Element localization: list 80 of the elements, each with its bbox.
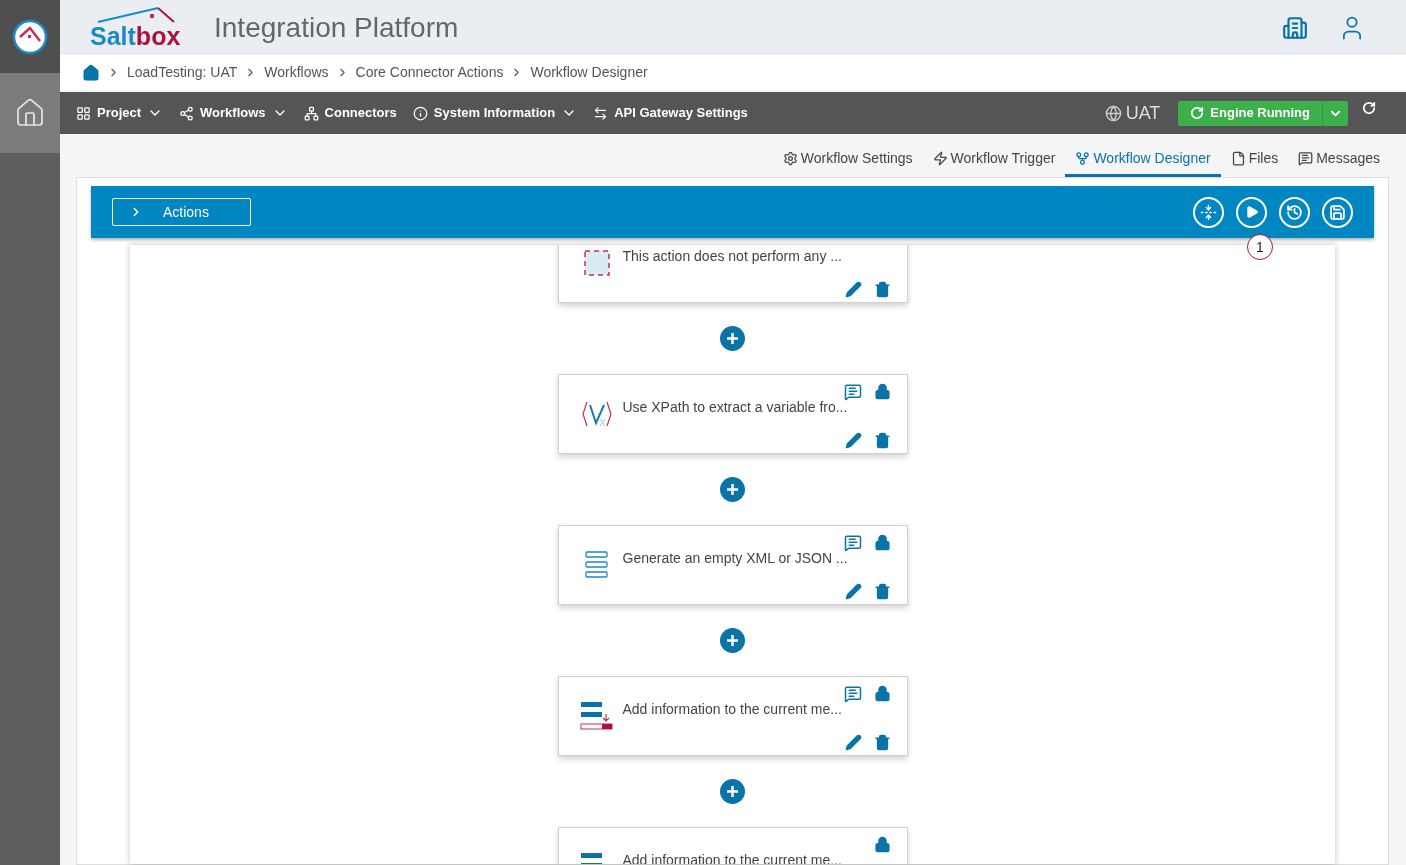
lock-icon[interactable]	[873, 534, 891, 551]
comment-icon[interactable]	[843, 534, 862, 552]
action-description: Generate an empty XML or JSON ...	[622, 550, 849, 566]
action-card[interactable]: Use XPath to extract a variable fro...	[557, 374, 908, 454]
dashed-box-icon	[582, 249, 611, 277]
organization-icon[interactable]	[1282, 14, 1308, 41]
lock-icon[interactable]	[873, 836, 891, 853]
app-title: Integration Platform	[214, 10, 459, 45]
comment-icon[interactable]	[843, 383, 862, 401]
plus-icon	[726, 332, 739, 345]
share-icon	[179, 105, 195, 121]
refresh-icon[interactable]	[1362, 101, 1376, 115]
action-description: Add information to the current me...	[622, 701, 843, 717]
insert-rows-icon	[579, 700, 614, 732]
history-icon	[1286, 203, 1303, 221]
tab[interactable]: Messages	[1288, 142, 1390, 177]
plus-icon	[726, 483, 739, 496]
fork-icon	[1075, 150, 1091, 166]
run-button[interactable]	[1236, 196, 1267, 228]
nav-menu-item[interactable]: System Information	[412, 103, 578, 123]
home-nav-item[interactable]	[0, 73, 60, 153]
breadcrumb-link[interactable]: Workflows	[264, 62, 329, 83]
add-step-button[interactable]	[720, 779, 745, 804]
delete-icon[interactable]	[873, 432, 891, 449]
breadcrumb-link[interactable]: Core Connector Actions	[355, 62, 504, 83]
nav-menu-item[interactable]: Project	[76, 103, 164, 123]
variable-icon	[580, 399, 613, 429]
nav-menu-item[interactable]: Workflows	[179, 103, 288, 123]
action-description: Use XPath to extract a variable fro...	[622, 399, 849, 415]
tab[interactable]: Workflow Settings	[772, 142, 923, 177]
action-description: This action does not perform any ...	[622, 248, 843, 264]
settings-icon	[782, 150, 798, 166]
edit-icon[interactable]	[844, 734, 862, 751]
swap-icon	[593, 105, 609, 121]
info-icon	[412, 105, 428, 121]
add-step-button[interactable]	[720, 326, 745, 351]
plus-icon	[726, 785, 739, 798]
nav-menu-item[interactable]: API Gateway Settings	[593, 103, 748, 123]
breadcrumb-link[interactable]: LoadTesting: UAT	[127, 62, 238, 83]
tab[interactable]: Workflow Trigger	[922, 142, 1066, 177]
saltbox-logo: Saltbox	[90, 22, 182, 49]
action-card[interactable]: Add information to the current me...	[557, 676, 908, 756]
delete-icon[interactable]	[873, 734, 891, 751]
tab[interactable]: Files	[1220, 142, 1289, 177]
play-icon	[1244, 205, 1259, 219]
history-button[interactable]	[1279, 196, 1310, 228]
lightning-icon	[932, 150, 948, 166]
lock-icon[interactable]	[873, 685, 891, 702]
collapse-button[interactable]	[1193, 196, 1224, 228]
save-button[interactable]	[1322, 196, 1353, 228]
action-card[interactable]: Generate an empty XML or JSON ...	[557, 525, 908, 605]
environment-label: UAT	[1125, 101, 1161, 125]
edit-icon[interactable]	[844, 583, 862, 600]
globe-icon	[1104, 104, 1122, 122]
lock-icon[interactable]	[873, 383, 891, 400]
step-number-badge: 1	[1247, 234, 1273, 260]
refresh-icon	[1190, 106, 1205, 120]
actions-toggle-button[interactable]: Actions	[112, 198, 251, 226]
action-card[interactable]: This action does not perform any ...	[557, 245, 908, 303]
file-icon	[1230, 150, 1246, 166]
edit-icon[interactable]	[844, 432, 862, 449]
stacked-rows-icon	[584, 550, 609, 580]
edit-icon[interactable]	[844, 281, 862, 298]
delete-icon[interactable]	[873, 281, 891, 298]
nav-menu-item[interactable]: Connectors	[303, 103, 397, 123]
add-step-button[interactable]	[720, 477, 745, 502]
home-icon[interactable]	[82, 63, 100, 82]
collapse-icon	[1200, 203, 1217, 221]
app-logo-icon[interactable]	[12, 18, 48, 55]
comment-icon[interactable]	[843, 685, 862, 703]
save-icon	[1329, 203, 1346, 221]
message-icon	[1298, 150, 1314, 166]
plus-icon	[726, 634, 739, 647]
delete-icon[interactable]	[873, 583, 891, 600]
add-step-button[interactable]	[720, 628, 745, 653]
grid-icon	[76, 105, 91, 121]
breadcrumb-link[interactable]: Workflow Designer	[530, 62, 648, 83]
engine-menu-button[interactable]	[1322, 100, 1348, 126]
house-icon	[14, 97, 46, 129]
network-icon	[303, 105, 319, 121]
